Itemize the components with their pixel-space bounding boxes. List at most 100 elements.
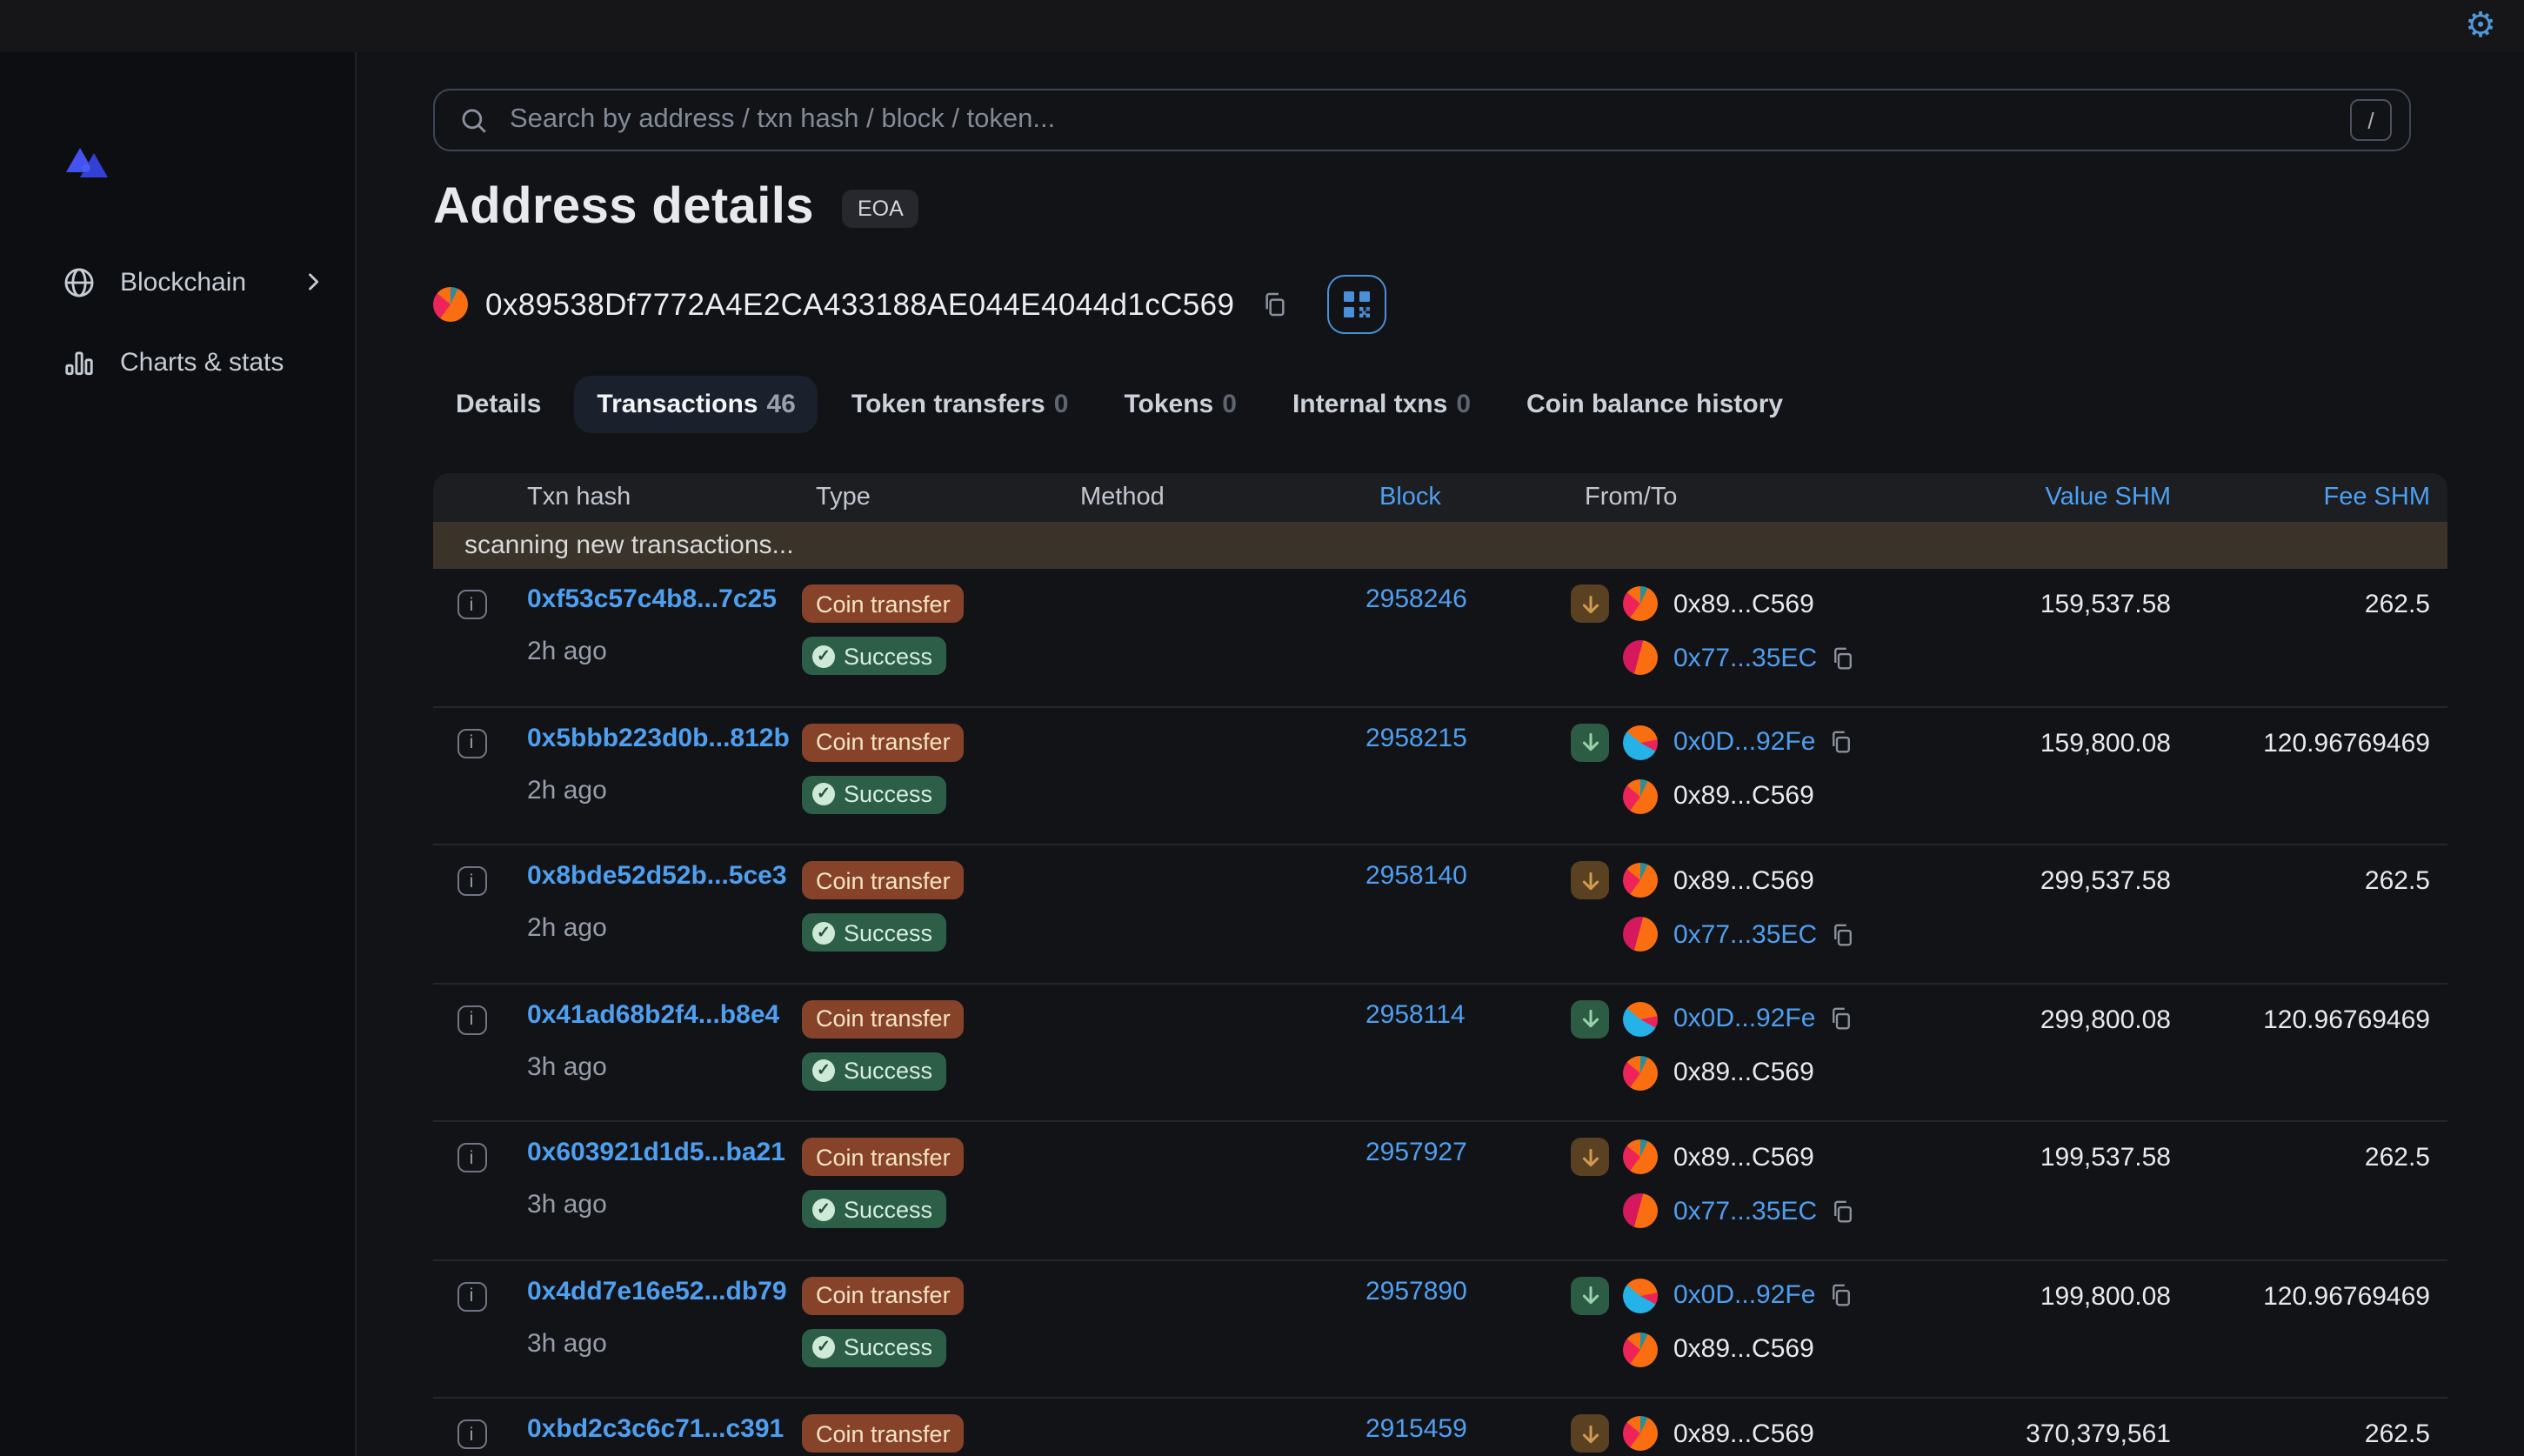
block-link[interactable]: 2915459 (1365, 1414, 1467, 1444)
copy-address-icon[interactable] (1827, 729, 1853, 755)
block-link[interactable]: 2958246 (1365, 584, 1467, 614)
bar-chart-icon (63, 345, 96, 378)
col-value-shm[interactable]: Value SHM (1981, 484, 2171, 511)
copy-address-icon[interactable] (1829, 1198, 1855, 1224)
txn-type-badge: Coin transfer (802, 584, 965, 623)
to-address[interactable]: 0x77...35EC (1673, 919, 1817, 949)
txn-value: 299,537.58 (1981, 861, 2171, 896)
txn-age: 2h ago (510, 913, 802, 943)
col-block[interactable]: Block (1365, 484, 1571, 511)
txn-type-badge: Coin transfer (802, 1276, 965, 1314)
txn-age: 3h ago (510, 1328, 802, 1358)
from-avatar (1623, 863, 1658, 898)
search-bar[interactable]: / (433, 89, 2411, 151)
txn-fee: 262.5 (2171, 584, 2447, 619)
tab-tokens[interactable]: Tokens0 (1101, 376, 1259, 433)
txn-hash-link[interactable]: 0x8bde52d52b...5ce3 (510, 861, 802, 891)
txn-hash-link[interactable]: 0x603921d1d5...ba21 (510, 1138, 802, 1167)
qr-code-button[interactable] (1326, 275, 1386, 334)
info-icon[interactable]: i (457, 1143, 486, 1172)
copy-address-icon[interactable] (1827, 1005, 1853, 1032)
txn-fee: 120.96769469 (2171, 723, 2447, 758)
from-avatar (1623, 1416, 1658, 1451)
direction-arrow-icon (1571, 1414, 1609, 1453)
top-bar: ⚙ (0, 0, 2524, 52)
search-input[interactable] (506, 103, 2350, 137)
block-link[interactable]: 2957927 (1365, 1138, 1467, 1167)
block-link[interactable]: 2958215 (1365, 723, 1467, 752)
txn-value: 159,537.58 (1981, 584, 2171, 619)
tab-token-transfers[interactable]: Token transfers0 (829, 376, 1092, 433)
from-address[interactable]: 0x0D...92Fe (1673, 727, 1815, 757)
sidebar-item-label: Blockchain (120, 267, 246, 297)
info-icon[interactable]: i (457, 1281, 486, 1311)
table-row: i 0x8bde52d52b...5ce3 2h ago Coin transf… (433, 845, 2447, 984)
direction-arrow-icon (1571, 861, 1609, 899)
txn-age: 3h ago (510, 1190, 802, 1219)
txn-hash-link[interactable]: 0x5bbb223d0b...812b (510, 723, 802, 752)
txn-status-badge: ✓Success (802, 1190, 946, 1228)
txn-fee: 262.5 (2171, 1414, 2447, 1449)
copy-address-icon[interactable] (1260, 291, 1288, 318)
check-icon: ✓ (812, 1059, 835, 1082)
from-address[interactable]: 0x0D...92Fe (1673, 1280, 1815, 1310)
txn-hash-link[interactable]: 0xf53c57c4b8...7c25 (510, 584, 802, 614)
txn-fee: 262.5 (2171, 861, 2447, 896)
copy-address-icon[interactable] (1827, 1282, 1853, 1308)
copy-address-icon[interactable] (1829, 645, 1855, 671)
txn-type-badge: Coin transfer (802, 861, 965, 899)
sidebar-item-charts-stats[interactable]: Charts & stats (0, 327, 357, 397)
tab-details[interactable]: Details (433, 376, 564, 433)
direction-arrow-icon (1571, 723, 1609, 761)
tab-coin-balance-history[interactable]: Coin balance history (1504, 376, 1806, 433)
txn-age: 2h ago (510, 637, 802, 666)
txn-type-badge: Coin transfer (802, 723, 965, 761)
txn-hash-link[interactable]: 0x4dd7e16e52...db79 (510, 1276, 802, 1306)
txn-hash-link[interactable]: 0xbd2c3c6c71...c391 (510, 1414, 802, 1444)
to-avatar (1623, 1193, 1658, 1228)
info-icon[interactable]: i (457, 590, 486, 619)
info-icon[interactable]: i (457, 866, 486, 896)
check-icon: ✓ (812, 645, 835, 667)
from-address[interactable]: 0x0D...92Fe (1673, 1004, 1815, 1033)
col-fee-shm[interactable]: Fee SHM (2171, 484, 2447, 511)
txn-status-badge: ✓Success (802, 913, 946, 952)
from-avatar (1623, 1139, 1658, 1174)
table-row: i 0x4dd7e16e52...db79 3h ago Coin transf… (433, 1260, 2447, 1399)
tab-bar: DetailsTransactions46Token transfers0Tok… (433, 376, 1806, 433)
tab-transactions[interactable]: Transactions46 (574, 376, 818, 433)
sidebar-item-blockchain[interactable]: Blockchain (0, 247, 357, 317)
txn-status-badge: ✓Success (802, 775, 946, 813)
settings-gear-icon[interactable]: ⚙ (2465, 9, 2496, 43)
txn-status-badge: ✓Success (802, 1052, 946, 1090)
block-link[interactable]: 2958114 (1365, 999, 1466, 1029)
table-body: i 0xf53c57c4b8...7c25 2h ago Coin transf… (433, 569, 2447, 1456)
from-avatar (1623, 1278, 1658, 1312)
copy-address-icon[interactable] (1829, 921, 1855, 947)
txn-fee: 120.96769469 (2171, 999, 2447, 1034)
txn-hash-link[interactable]: 0x41ad68b2f4...b8e4 (510, 999, 802, 1029)
tab-internal-txns[interactable]: Internal txns0 (1270, 376, 1493, 433)
check-icon: ✓ (812, 1336, 835, 1359)
address-avatar (433, 287, 468, 322)
txn-value: 159,800.08 (1981, 723, 2171, 758)
txn-age: 2h ago (510, 775, 802, 805)
block-link[interactable]: 2957890 (1365, 1276, 1467, 1306)
block-link[interactable]: 2958140 (1365, 861, 1467, 891)
info-icon[interactable]: i (457, 1005, 486, 1034)
txn-value: 370,379,561 (1981, 1414, 2171, 1449)
sidebar-item-label: Charts & stats (120, 347, 284, 377)
txn-type-badge: Coin transfer (802, 1414, 965, 1453)
to-address: 0x89...C569 (1673, 781, 1814, 811)
shardeum-logo-icon[interactable] (66, 146, 108, 184)
table-header-row: Txn hash Type Method Block From/To Value… (433, 473, 2447, 522)
to-address[interactable]: 0x77...35EC (1673, 1196, 1817, 1226)
to-avatar (1623, 1055, 1658, 1090)
txn-fee: 120.96769469 (2171, 1276, 2447, 1311)
info-icon[interactable]: i (457, 728, 486, 758)
txn-age: 3h ago (510, 1052, 802, 1081)
txn-type-badge: Coin transfer (802, 1138, 965, 1176)
info-icon[interactable]: i (457, 1419, 486, 1449)
to-address[interactable]: 0x77...35EC (1673, 643, 1817, 672)
from-avatar (1623, 586, 1658, 621)
